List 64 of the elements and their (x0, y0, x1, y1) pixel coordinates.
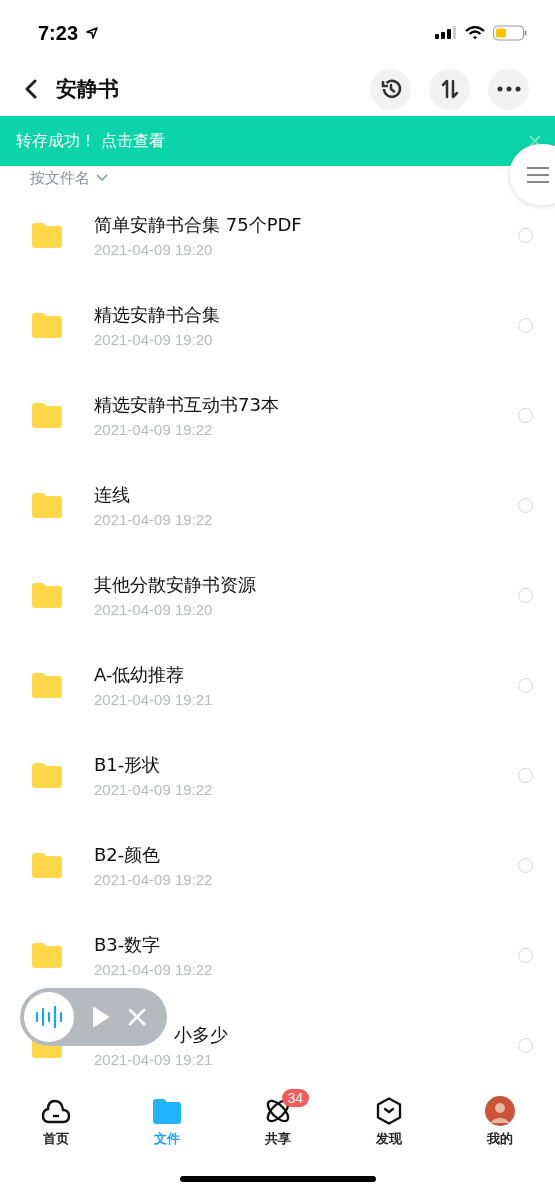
folder-icon (32, 672, 62, 698)
file-date: 2021-04-09 19:20 (94, 240, 214, 258)
chevron-down-icon (96, 174, 108, 182)
folder-icon (32, 942, 62, 968)
folder-icon (32, 762, 62, 788)
folder-icon (32, 492, 62, 518)
file-row[interactable]: 精选安静书合集 2021-04-09 19:20 (0, 280, 555, 370)
file-row[interactable]: B2-颜色 2021-04-09 19:22 (0, 820, 555, 910)
close-button[interactable] (529, 135, 541, 147)
box-icon (375, 1097, 402, 1125)
file-row[interactable]: 简单安静书合集 75个PDF 2021-04-09 19:20 (0, 190, 555, 280)
file-date: 2021-04-09 19:21 (94, 1050, 214, 1068)
file-name: 精选安静书互动书73本 (94, 392, 280, 417)
back-button[interactable] (24, 79, 38, 99)
folder-icon (32, 402, 62, 428)
nav-tab[interactable]: 34 共享 (222, 1090, 333, 1158)
file-date: 2021-04-09 19:20 (94, 600, 214, 618)
folder-icon (32, 852, 62, 878)
file-name: 精选安静书合集 (94, 302, 221, 327)
file-row[interactable]: A-低幼推荐 2021-04-09 19:21 (0, 640, 555, 730)
folder-icon (32, 312, 62, 338)
file-row[interactable]: B3-数字 2021-04-09 19:22 (0, 910, 555, 1000)
more-icon (496, 86, 521, 92)
file-name: B1-形状 (94, 752, 162, 777)
play-icon[interactable] (92, 1006, 110, 1028)
location-arrow-icon (86, 27, 99, 39)
more-button[interactable] (488, 68, 529, 110)
folder-icon (32, 582, 62, 608)
file-name: A-低幼推荐 (94, 662, 186, 687)
wifi-icon (465, 26, 485, 40)
battery-icon (493, 25, 527, 41)
folder-icon (152, 1098, 181, 1124)
file-name: B2-颜色 (94, 842, 162, 867)
file-date: 2021-04-09 19:21 (94, 690, 214, 708)
file-row[interactable]: 其他分散安静书资源 2021-04-09 19:20 (0, 550, 555, 640)
file-row[interactable]: 精选安静书互动书73本 2021-04-09 19:22 (0, 370, 555, 460)
file-name: 小多少 (174, 1022, 229, 1047)
file-date: 2021-04-09 19:22 (94, 780, 214, 798)
sort-button[interactable] (429, 68, 470, 110)
nav-tab[interactable]: 发现 (333, 1090, 444, 1158)
file-date: 2021-04-09 19:22 (94, 510, 214, 528)
avatar-icon (484, 1096, 515, 1126)
file-date: 2021-04-09 19:20 (94, 330, 214, 348)
folder-icon (32, 222, 62, 248)
file-row[interactable]: 连线 2021-04-09 19:22 (0, 460, 555, 550)
nav-tab[interactable]: 首页 (0, 1090, 111, 1158)
history-button[interactable] (370, 68, 411, 110)
file-name: 其他分散安静书资源 (94, 572, 257, 597)
menu-icon (526, 166, 550, 184)
file-date: 2021-04-09 19:22 (94, 960, 214, 978)
file-name: 简单安静书合集 75个PDF (94, 212, 303, 237)
file-name: 连线 (94, 482, 131, 507)
file-name: B3-数字 (94, 932, 162, 957)
voice-wave-icon[interactable] (24, 992, 74, 1042)
page-title: 安静书 (56, 76, 119, 103)
close-icon[interactable] (128, 1008, 146, 1026)
count-badge: 34 (281, 1089, 310, 1107)
cloud-icon (40, 1098, 71, 1124)
file-row[interactable]: B1-形状 2021-04-09 19:22 (0, 730, 555, 820)
file-date: 2021-04-09 19:22 (94, 870, 214, 888)
signal-icon (435, 26, 457, 40)
status-time: 7:23 (38, 21, 79, 45)
nav-tab[interactable]: 我的 (444, 1090, 555, 1158)
file-date: 2021-04-09 19:22 (94, 420, 214, 438)
